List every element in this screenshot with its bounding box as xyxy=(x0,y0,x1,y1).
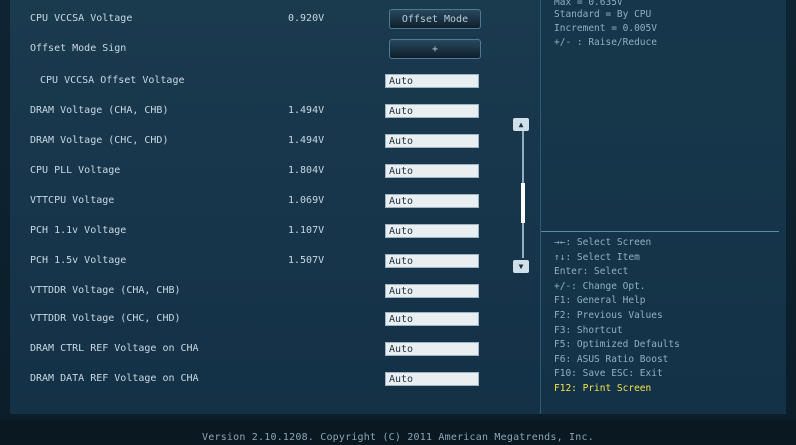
setting-label: CPU VCCSA Voltage xyxy=(30,13,133,24)
help-description-line: Increment = 0.005V xyxy=(554,23,657,34)
help-key-line: Enter: Select xyxy=(554,266,629,278)
help-key-line: +/-: Change Opt. xyxy=(554,280,646,292)
setting-input-field[interactable]: Auto xyxy=(385,284,479,298)
setting-current-value: 1.107V xyxy=(288,225,325,236)
setting-row[interactable]: PCH 1.1v Voltage 1.107V Auto xyxy=(0,220,530,244)
setting-row[interactable]: CPU VCCSA Voltage 0.920V Offset Mode xyxy=(0,8,530,32)
setting-input-field[interactable]: Auto xyxy=(385,134,479,148)
setting-row[interactable]: DRAM DATA REF Voltage on CHA Auto xyxy=(0,368,530,392)
footer-copyright: Version 2.10.1208. Copyright (C) 2011 Am… xyxy=(202,432,594,443)
setting-label: DRAM Voltage (CHA, CHB) xyxy=(30,105,169,116)
help-divider xyxy=(541,231,779,232)
setting-current-value: 1.069V xyxy=(288,195,325,206)
setting-label: DRAM Voltage (CHC, CHD) xyxy=(30,135,169,146)
setting-label: PCH 1.1v Voltage xyxy=(30,225,127,236)
scrollbar-thumb[interactable] xyxy=(521,183,525,223)
help-panel xyxy=(541,0,786,414)
setting-row[interactable]: PCH 1.5v Voltage 1.507V Auto xyxy=(0,250,530,274)
setting-label: VTTDDR Voltage (CHC, CHD) xyxy=(30,313,181,324)
setting-input-field[interactable]: Auto xyxy=(385,254,479,268)
setting-input-field[interactable]: Auto xyxy=(385,74,479,88)
setting-label: Offset Mode Sign xyxy=(30,43,127,54)
setting-input-field[interactable]: Auto xyxy=(385,164,479,178)
help-description-line: Max = 0.635V xyxy=(554,0,623,8)
setting-input-field[interactable]: Auto xyxy=(385,194,479,208)
help-key-line: F10: Save ESC: Exit xyxy=(554,368,663,380)
scroll-up-icon[interactable]: ▲ xyxy=(513,118,529,131)
help-key-line: F3: Shortcut xyxy=(554,324,623,336)
setting-input-field[interactable]: Auto xyxy=(385,372,479,386)
setting-label: DRAM DATA REF Voltage on CHA xyxy=(30,373,199,384)
setting-label: VTTCPU Voltage xyxy=(30,195,115,206)
setting-row[interactable]: CPU PLL Voltage 1.804V Auto xyxy=(0,160,530,184)
setting-row[interactable]: DRAM Voltage (CHA, CHB) 1.494V Auto xyxy=(0,100,530,124)
setting-row[interactable]: DRAM CTRL REF Voltage on CHA Auto xyxy=(0,338,530,362)
help-key-line: F12: Print Screen xyxy=(554,383,652,394)
help-description-line: +/- : Raise/Reduce xyxy=(554,37,657,48)
help-key-line: F1: General Help xyxy=(554,295,646,307)
setting-row[interactable]: Offset Mode Sign + xyxy=(0,38,530,62)
scroll-down-icon[interactable]: ▼ xyxy=(513,260,529,273)
setting-current-value: 1.494V xyxy=(288,105,325,116)
setting-row[interactable]: CPU VCCSA Offset Voltage Auto xyxy=(0,70,530,94)
setting-label: CPU PLL Voltage xyxy=(30,165,121,176)
setting-input-field[interactable]: Auto xyxy=(385,312,479,326)
help-description-line: Standard = By CPU xyxy=(554,9,652,20)
setting-row[interactable]: VTTDDR Voltage (CHC, CHD) Auto xyxy=(0,308,530,332)
setting-label: VTTDDR Voltage (CHA, CHB) xyxy=(30,285,181,296)
setting-label: DRAM CTRL REF Voltage on CHA xyxy=(30,343,199,354)
setting-row[interactable]: VTTCPU Voltage 1.069V Auto xyxy=(0,190,530,214)
setting-current-value: 1.507V xyxy=(288,255,325,266)
help-key-line: ↑↓: Select Item xyxy=(554,251,640,263)
setting-input-field[interactable]: Auto xyxy=(385,104,479,118)
help-key-line: F5: Optimized Defaults xyxy=(554,339,680,351)
help-key-line: F6: ASUS Ratio Boost xyxy=(554,353,669,365)
setting-row[interactable]: VTTDDR Voltage (CHA, CHB) Auto xyxy=(0,280,530,304)
setting-label: PCH 1.5v Voltage xyxy=(30,255,127,266)
setting-input-field[interactable]: Auto xyxy=(385,224,479,238)
setting-current-value: 1.494V xyxy=(288,135,325,146)
setting-current-value: 1.804V xyxy=(288,165,325,176)
setting-label: CPU VCCSA Offset Voltage xyxy=(40,75,185,86)
setting-option-button[interactable]: Offset Mode xyxy=(389,9,481,29)
setting-input-field[interactable]: Auto xyxy=(385,342,479,356)
setting-row[interactable]: DRAM Voltage (CHC, CHD) 1.494V Auto xyxy=(0,130,530,154)
help-key-line: →←: Select Screen xyxy=(554,237,652,248)
help-key-line: F2: Previous Values xyxy=(554,310,663,321)
setting-current-value: 0.920V xyxy=(288,13,325,24)
setting-option-button[interactable]: + xyxy=(389,39,481,59)
